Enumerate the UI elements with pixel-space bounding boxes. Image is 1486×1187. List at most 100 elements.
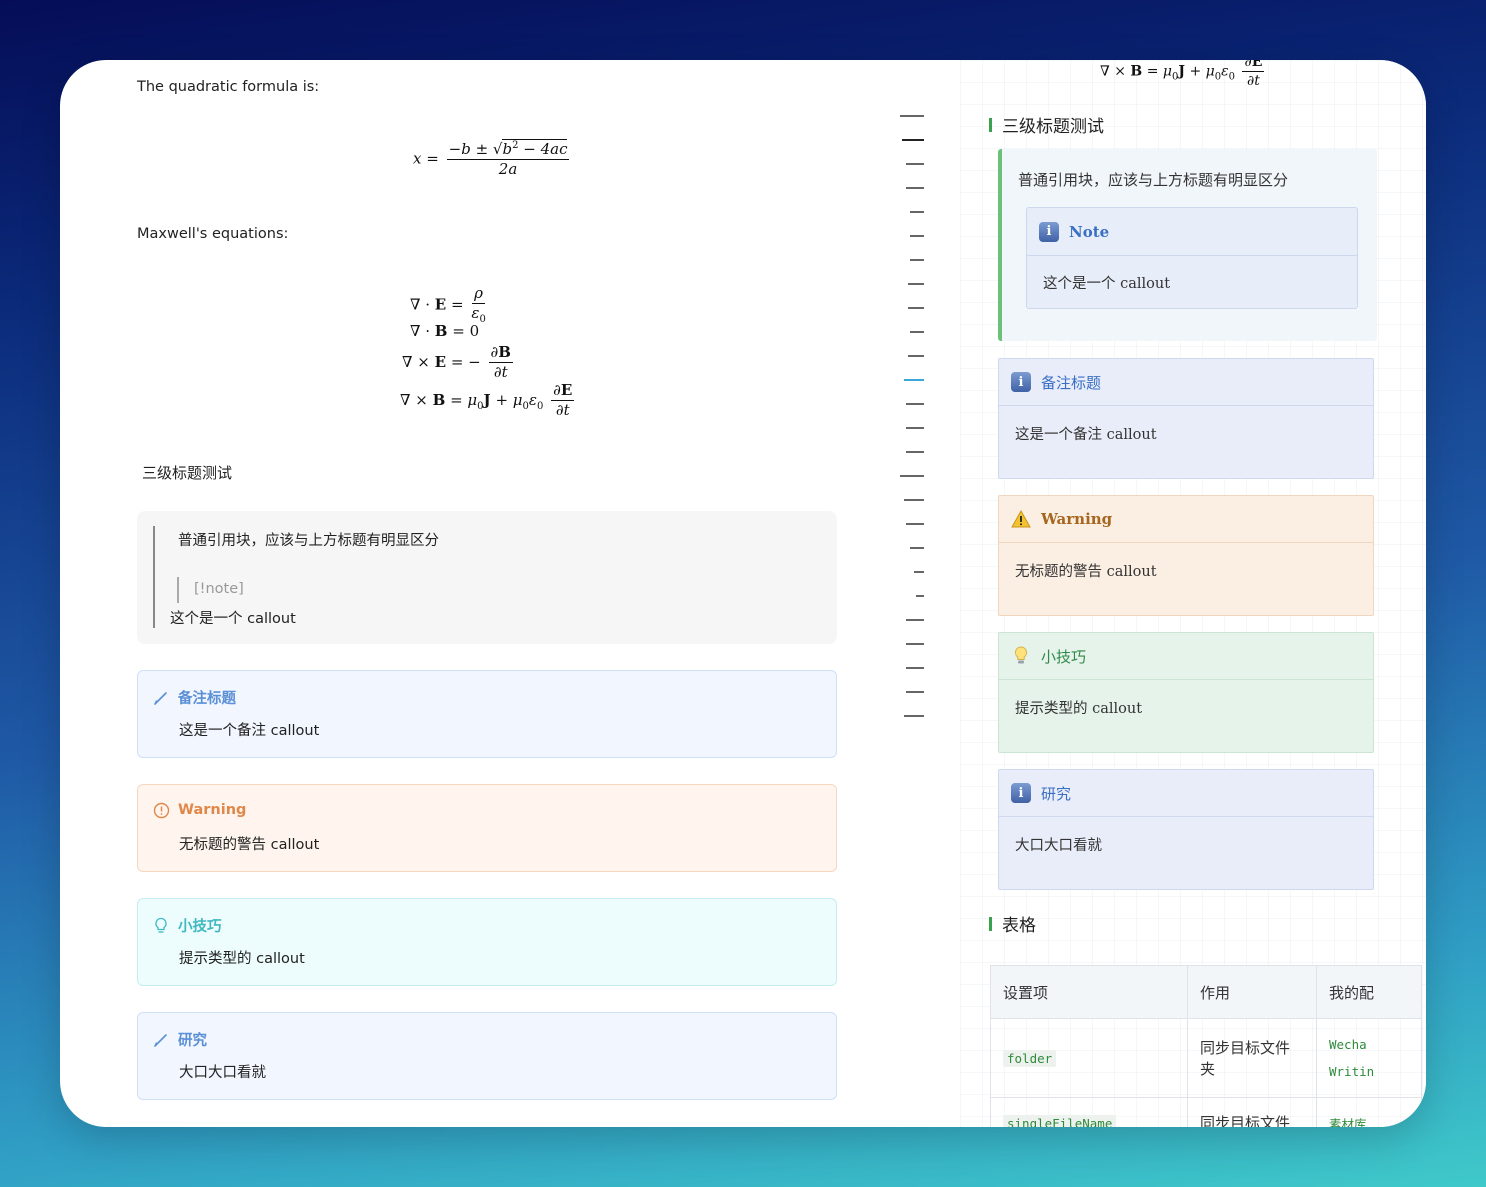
warning-triangle-icon [1011, 509, 1031, 529]
outline-tick[interactable] [906, 619, 924, 621]
outline-tick[interactable] [908, 307, 924, 309]
paragraph-maxwell: Maxwell's equations: [137, 226, 289, 242]
preview-blockquote: 普通引用块，应该与上方标题有明显区分 i Note 这个是一个 callout [998, 149, 1377, 341]
outline-tick[interactable] [906, 451, 924, 453]
outline-tick[interactable] [910, 259, 924, 261]
table-header-row: 设置项 作用 我的配 [990, 965, 1422, 1019]
preview-callout-research: i 研究 大口大口看就 [998, 769, 1374, 890]
outline-tick[interactable] [910, 547, 924, 549]
outline-tick[interactable] [904, 379, 924, 381]
outline-tick[interactable] [916, 595, 924, 597]
outline-tick[interactable] [904, 715, 924, 717]
table-cell: 同步目标文件夹 [1187, 1018, 1317, 1098]
outline-tick[interactable] [910, 235, 924, 237]
blockquote-bar [153, 526, 155, 628]
callout-body: 无标题的警告 callout [179, 837, 320, 853]
heading-marker [989, 916, 992, 931]
pencil-icon [152, 689, 170, 707]
outline-tick[interactable] [906, 187, 924, 189]
heading-h3: 三级标题测试 [142, 464, 233, 482]
code-value: Writin [1329, 1064, 1375, 1079]
math-maxwell-4: ∇ × B = μ0J + μ0ε0 ∂E ∂t [400, 381, 575, 420]
callout-warning[interactable]: Warning 无标题的警告 callout [137, 784, 837, 872]
outline-tick[interactable] [902, 139, 924, 141]
column-header: 作用 [1187, 965, 1317, 1019]
callout-marker: [!note] [194, 581, 244, 597]
callout-title: 研究 [1041, 784, 1072, 803]
callout-body: 这是一个备注 callout [1015, 427, 1157, 443]
preview-callout-note: i 备注标题 这是一个备注 callout [998, 358, 1374, 479]
preview-heading-table: 表格 [989, 911, 1036, 936]
column-header: 我的配 [1316, 965, 1422, 1019]
outline-tick[interactable] [906, 427, 924, 429]
code-value: 素材库 [1329, 1117, 1367, 1127]
table-row: singleFileName 同步目标文件名 素材库 [990, 1097, 1422, 1127]
heading-text: 表格 [1002, 916, 1036, 936]
callout-research[interactable]: 研究 大口大口看就 [137, 1012, 837, 1100]
outline-tick[interactable] [906, 403, 924, 405]
table-cell: folder [990, 1018, 1188, 1098]
callout-note[interactable]: 备注标题 这是一个备注 callout [137, 670, 837, 758]
table-cell: 素材库 [1316, 1097, 1422, 1127]
outline-tick[interactable] [906, 523, 924, 525]
info-icon: i [1039, 221, 1059, 242]
app-window: The quadratic formula is: x = −b ± √b2 −… [60, 60, 1426, 1127]
callout-body: 大口大口看就 [179, 1065, 266, 1081]
outline-tick[interactable] [910, 211, 924, 213]
table-cell: singleFileName [990, 1097, 1188, 1127]
table-row: folder 同步目标文件夹 Wecha Writin [990, 1018, 1422, 1098]
alert-circle-icon [152, 801, 170, 819]
lightbulb-icon [1011, 646, 1031, 666]
outline-tick[interactable] [906, 691, 924, 693]
blockquote-text: 普通引用块，应该与上方标题有明显区分 [178, 533, 439, 549]
outline-tick[interactable] [908, 355, 924, 357]
callout-body: 这个是一个 callout [1043, 276, 1171, 292]
preview-callout-tip: 小技巧 提示类型的 callout [998, 632, 1374, 753]
outline-tick[interactable] [904, 499, 924, 501]
settings-table: 设置项 作用 我的配 folder 同步目标文件夹 Wecha Writin s… [990, 965, 1422, 1127]
outline-tick[interactable] [900, 475, 924, 477]
callout-title: Warning [1041, 510, 1113, 528]
callout-title: 小技巧 [1041, 647, 1087, 666]
table-cell: 同步目标文件名 [1187, 1097, 1317, 1127]
preview-pane[interactable]: ∇ × B = μ0J + μ0ε0 ∂E ∂t 三级标题测试 普通引用块，应该与… [960, 60, 1426, 1127]
code-key: folder [1003, 1050, 1057, 1067]
preview-callout-warning: Warning 无标题的警告 callout [998, 495, 1374, 616]
blockquote: 普通引用块，应该与上方标题有明显区分 [!note] 这个是一个 callout [137, 511, 837, 644]
code-value: Wecha [1329, 1037, 1367, 1052]
info-icon: i [1011, 372, 1031, 392]
pencil-icon [152, 1031, 170, 1049]
lightbulb-icon [152, 917, 170, 935]
nested-callout-text: 这个是一个 callout [170, 611, 296, 627]
outline-tick[interactable] [906, 163, 924, 165]
callout-body: 提示类型的 callout [179, 951, 305, 967]
math-maxwell-2: ∇ · B = 0 [410, 322, 480, 340]
outline-tick[interactable] [900, 115, 924, 117]
outline-rail[interactable] [898, 115, 928, 735]
math-maxwell-3: ∇ × E = − ∂B ∂t [402, 343, 513, 382]
math-maxwell-4-preview: ∇ × B = μ0J + μ0ε0 ∂E ∂t [1100, 60, 1267, 89]
callout-body: 大口大口看就 [1015, 838, 1102, 854]
math-quadratic-formula: x = −b ± √b2 − 4ac 2a [413, 139, 570, 179]
outline-tick[interactable] [910, 331, 924, 333]
callout-title: 备注标题 [178, 691, 236, 707]
info-icon: i [1011, 783, 1031, 803]
callout-tip[interactable]: 小技巧 提示类型的 callout [137, 898, 837, 986]
heading-marker [989, 117, 992, 132]
callout-title: 研究 [178, 1033, 207, 1049]
outline-tick[interactable] [906, 667, 924, 669]
outline-tick[interactable] [908, 283, 924, 285]
column-header: 设置项 [990, 965, 1188, 1019]
preview-note-callout: i Note 这个是一个 callout [1026, 207, 1358, 309]
editor-pane[interactable]: The quadratic formula is: x = −b ± √b2 −… [60, 60, 880, 1127]
heading-text: 三级标题测试 [1002, 117, 1104, 137]
math-maxwell-1: ∇ · E = ρ ε0 [410, 284, 486, 326]
callout-body: 这是一个备注 callout [179, 723, 320, 739]
callout-body: 无标题的警告 callout [1015, 564, 1157, 580]
outline-tick[interactable] [906, 643, 924, 645]
callout-title: Warning [178, 802, 247, 818]
callout-title: 小技巧 [178, 919, 222, 935]
table-cell: Wecha Writin [1316, 1018, 1422, 1098]
outline-tick[interactable] [914, 571, 924, 573]
callout-title: Note [1069, 222, 1110, 241]
